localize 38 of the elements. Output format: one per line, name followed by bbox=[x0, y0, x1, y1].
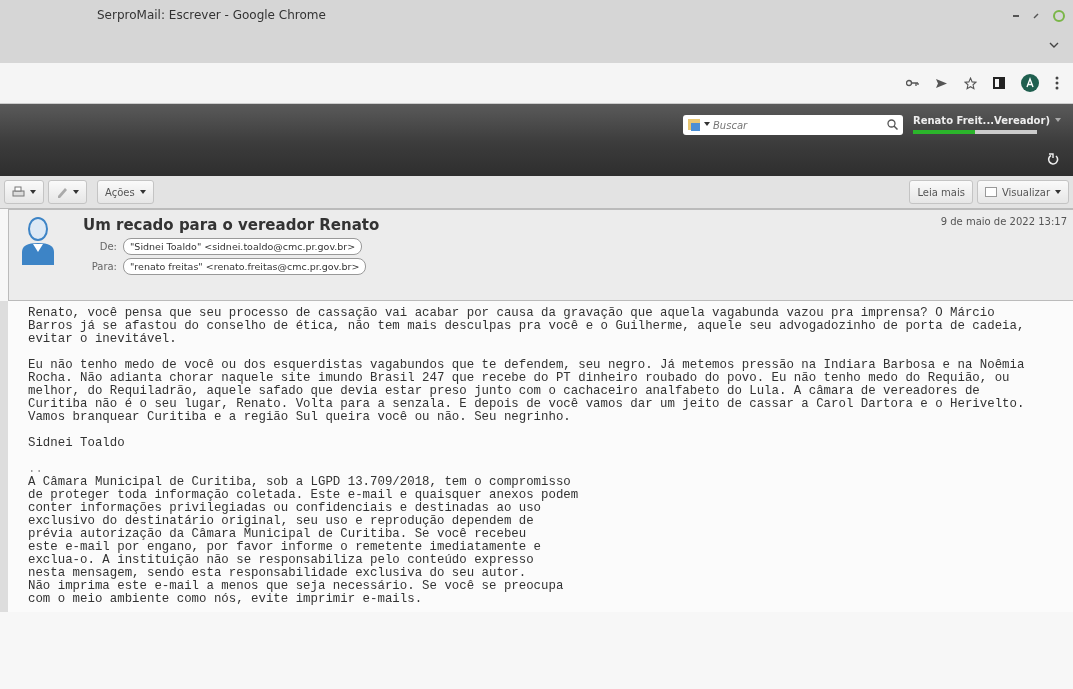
signature-separator: .. bbox=[28, 463, 44, 476]
refresh-icon[interactable] bbox=[1047, 153, 1059, 166]
maximize-icon[interactable] bbox=[1033, 13, 1039, 19]
from-label: De: bbox=[98, 241, 117, 252]
message-date: 9 de maio de 2022 13:17 bbox=[940, 216, 1067, 229]
message-paragraph: Eu não tenho medo de você ou dos esquerdistas vagabundos que te defendem, seu negro. Já metemos pressão na Indiara Barbosa e na Noêmia Rocha. Não adianta chorar naquele site imundo Brasil 247 que recebe do PT dinheiro roubado do povo. Eu não tenho medo do Requião, ou melhor, do Requiladrão, aquele safado que devia estar preso junto com o cachaceiro analfabeto do Lula. A câmara de vereadores de Curitiba não é o seu lugar, Renato. Volta para a senzala. E depois de você vamos dar um jeito de cassar a Carol Dartora e o Herivelto. Vamos branquear Curitiba e a região Sul queira você ou não. Seu negrinho. bbox=[28, 359, 1026, 424]
window-icon bbox=[984, 187, 997, 197]
message-paragraph: Sidnei Toaldo bbox=[28, 437, 126, 450]
to-label: Para: bbox=[90, 261, 117, 272]
more-icon[interactable] bbox=[1055, 76, 1059, 90]
printer-icon bbox=[12, 186, 25, 198]
view-button[interactable]: Visualizar bbox=[976, 180, 1069, 204]
window-title: SerproMail: Escrever - Google Chrome bbox=[97, 8, 326, 22]
caret-icon bbox=[73, 190, 79, 194]
message-subject: Um recado para o vereador Renato bbox=[83, 216, 381, 234]
disclaimer-text: A Câmara Municipal de Curitiba, sob a LGPD 13.709/2018, tem o compromisso de proteger toda informação coletada. Este e-mail e quaisquer anexos podem conter informações privilegiadas ou confidenciais e destinadas ao uso exclusivo do destinatário original, seu uso e reprodução dependem de prévia autorização da Câmara Municipal de Curitiba. Se você recebeu este e-mail por engano, por favor informe o remetente imediatamente e exclua-o. A instituição não se responsabiliza pelo conteúdo expresso nesta mensagem, sendo esta responsabilidade exclusiva do seu autor. Não imprima este e-mail a menos que seja necessário. Se você se preocupa com o meio ambiente como nós, evite imprimir e-mails. bbox=[28, 476, 580, 606]
pen-icon bbox=[56, 186, 68, 198]
key-icon[interactable] bbox=[906, 79, 919, 87]
caret-icon[interactable] bbox=[704, 121, 710, 126]
sender-address[interactable]: "Sidnei Toaldo" <sidnei.toaldo@cmc.pr.gov.br> bbox=[123, 238, 363, 255]
caret-icon bbox=[139, 190, 146, 194]
print-button[interactable] bbox=[4, 180, 44, 204]
star-icon[interactable] bbox=[964, 76, 977, 90]
user-menu[interactable]: Renato Freit...Vereador) bbox=[913, 113, 1061, 127]
profile-avatar-icon[interactable] bbox=[1021, 74, 1039, 92]
search-icon[interactable] bbox=[887, 118, 898, 130]
send-icon[interactable] bbox=[935, 77, 948, 89]
actions-button[interactable]: Ações bbox=[97, 180, 154, 204]
side-panel-icon[interactable] bbox=[993, 77, 1005, 89]
caret-icon bbox=[30, 190, 36, 194]
caret-icon bbox=[1054, 118, 1061, 122]
person-silhouette-icon bbox=[21, 216, 55, 266]
recipient-address[interactable]: "renato freitas" <renato.freitas@cmc.pr.gov.br> bbox=[123, 258, 367, 275]
search-field[interactable]: Buscar bbox=[683, 115, 903, 135]
read-more-button[interactable]: Leia mais bbox=[909, 180, 973, 204]
caret-icon bbox=[1055, 190, 1061, 194]
chevron-down-icon[interactable] bbox=[1049, 42, 1059, 48]
message-paragraph: Renato, você pensa que seu processo de cassação vai acabar por causa da gravação que aquela vagabunda vazou pra imprensa? O Márcio Barros já se afastou do conselho de ética, não tem mais desculpas pra você e o Guilherme, aquele seu advogadozinho de porta de cadeia, evitar o inevitável. bbox=[28, 307, 1026, 346]
